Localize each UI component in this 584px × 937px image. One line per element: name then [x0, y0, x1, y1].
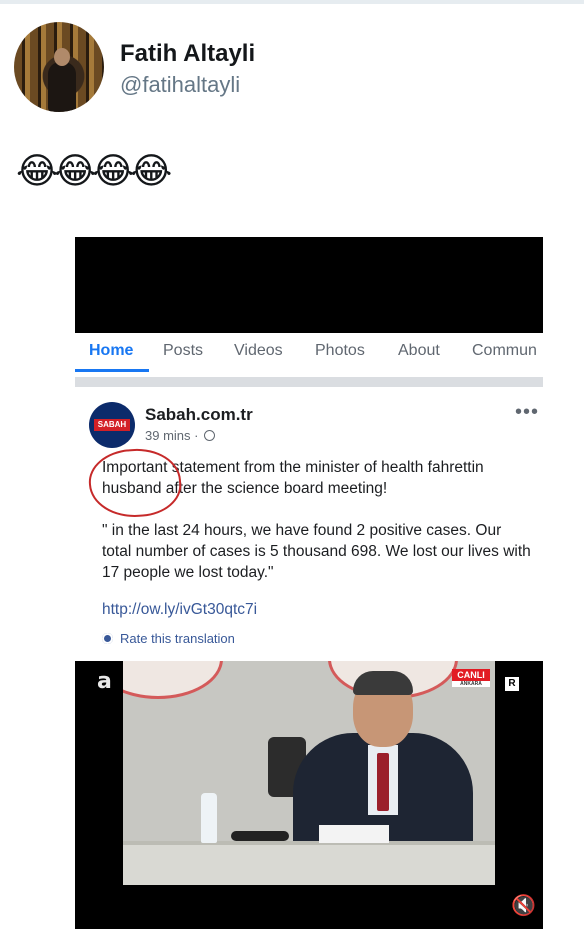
rate-translation-label[interactable]: Rate this translation — [120, 631, 235, 646]
post-link[interactable]: http://ow.ly/ivGt30qtc7i — [102, 601, 257, 619]
live-badge: CANLI ANKARA — [452, 669, 490, 687]
microphone — [231, 831, 289, 841]
active-tab-indicator — [75, 369, 149, 372]
facebook-page-tabs: Home Posts Videos Photos About Commun — [75, 333, 543, 372]
more-options-icon[interactable]: ••• — [515, 402, 539, 422]
live-location: ANKARA — [452, 681, 490, 687]
black-header-band — [75, 237, 543, 333]
speaker-tie — [377, 753, 389, 811]
tab-photos[interactable]: Photos — [315, 342, 365, 360]
section-divider — [75, 377, 543, 387]
sabah-logo[interactable]: SABAH — [89, 402, 135, 448]
author-name[interactable]: Fatih Altayli — [120, 40, 255, 68]
ministry-seal-left — [123, 661, 223, 699]
post-source-name[interactable]: Sabah.com.tr — [145, 405, 253, 425]
video-frame — [123, 661, 495, 885]
author-avatar[interactable] — [14, 22, 104, 112]
gear-icon — [102, 633, 113, 644]
tab-videos[interactable]: Videos — [234, 342, 283, 360]
live-label: CANLI — [457, 670, 485, 680]
tweet-text: 😂😂😂😂 — [16, 151, 172, 192]
tab-community[interactable]: Commun — [472, 342, 537, 360]
tab-posts[interactable]: Posts — [163, 342, 203, 360]
rate-translation[interactable]: Rate this translation — [102, 631, 235, 646]
water-bottle — [201, 793, 217, 843]
tab-about[interactable]: About — [398, 342, 440, 360]
post-quote: " in the last 24 hours, we have found 2 … — [102, 522, 531, 581]
top-divider — [0, 0, 584, 4]
post-meta: 39 mins · — [145, 428, 216, 443]
press-desk — [123, 841, 495, 885]
post-time[interactable]: 39 mins · — [145, 428, 202, 443]
tab-home[interactable]: Home — [89, 342, 133, 360]
video-player[interactable]: a CANLI ANKARA R 🔇 — [75, 661, 543, 929]
author-handle[interactable]: @fatihaltayli — [120, 72, 240, 98]
globe-icon — [204, 430, 216, 441]
embedded-screenshot[interactable]: Home Posts Videos Photos About Commun SA… — [75, 237, 543, 929]
channel-logo: a — [97, 669, 112, 694]
sabah-logo-text: SABAH — [94, 419, 130, 431]
rating-badge: R — [505, 677, 519, 691]
mute-icon[interactable]: 🔇 — [511, 893, 539, 919]
speaker-hair — [353, 671, 413, 695]
papers — [319, 825, 389, 843]
